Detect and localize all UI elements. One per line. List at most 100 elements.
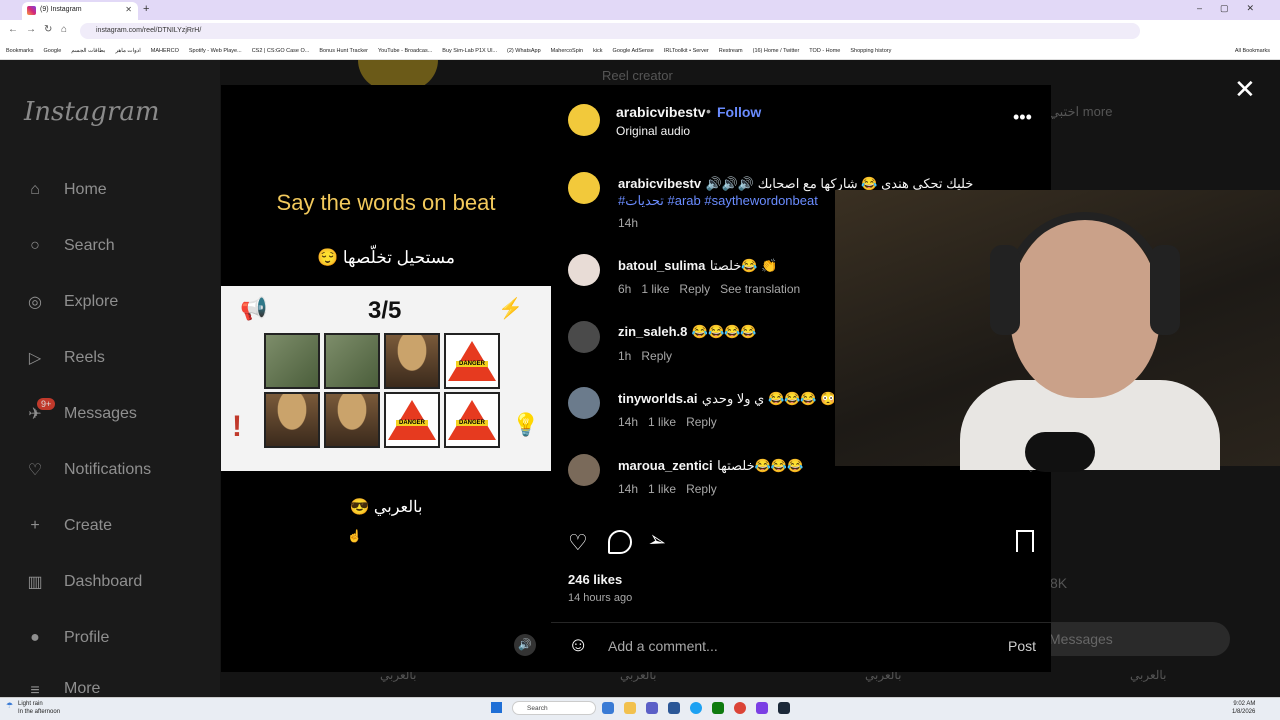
new-tab-icon[interactable]: +: [143, 3, 149, 15]
mute-toggle-icon[interactable]: 🔊: [514, 634, 536, 656]
home-browser-icon[interactable]: ⌂: [61, 24, 67, 35]
comment-username[interactable]: zin_saleh.8: [618, 324, 687, 339]
all-bookmarks[interactable]: All Bookmarks: [1235, 48, 1270, 54]
forward-icon[interactable]: →: [26, 24, 36, 35]
comment-avatar[interactable]: [568, 387, 600, 419]
sidebar-item-explore[interactable]: ◎ Explore: [24, 288, 118, 316]
close-tab-icon[interactable]: ✕: [125, 5, 132, 14]
taskbar-app-icon[interactable]: [712, 702, 724, 714]
comment-likes[interactable]: 1 like: [641, 282, 669, 296]
bookmark-item[interactable]: kick: [593, 48, 612, 54]
plus-icon: +: [30, 517, 40, 534]
comment-meta: 6h 1 like Reply See translation: [618, 282, 800, 296]
background-reel-strip: بالعربي بالعربي بالعربي بالعربي: [290, 668, 1240, 697]
comment-item: maroua_zentici خلصتها😂😂😂: [618, 457, 803, 475]
add-comment-input[interactable]: Add a comment...: [608, 638, 718, 654]
taskbar-search[interactable]: Search: [512, 701, 596, 715]
bookmark-item[interactable]: Google AdSense: [613, 48, 664, 54]
window-controls[interactable]: –▢✕: [1197, 3, 1272, 14]
bookmark-item[interactable]: Google: [44, 48, 72, 54]
taskbar-app-icon[interactable]: [646, 702, 658, 714]
bookmark-item[interactable]: TOD - Home: [809, 48, 850, 54]
bookmark-item[interactable]: YouTube - Broadcas...: [378, 48, 442, 54]
taskbar-app-icon[interactable]: [668, 702, 680, 714]
home-icon: ⌂: [30, 181, 40, 198]
sidebar-item-dashboard[interactable]: ▥ Dashboard: [24, 568, 142, 596]
reply-button[interactable]: Reply: [686, 482, 717, 496]
comment-username[interactable]: batoul_sulima: [618, 258, 705, 273]
reply-button[interactable]: Reply: [686, 415, 717, 429]
mushroom-image-icon: [384, 333, 440, 389]
weather-widget[interactable]: Light rain In the afternoon: [18, 700, 60, 716]
original-audio-link[interactable]: Original audio: [616, 124, 690, 138]
sidebar-item-more[interactable]: ≡ More: [24, 680, 100, 697]
comment-likes[interactable]: 1 like: [648, 482, 676, 496]
bookmark-item[interactable]: MahercoSpin: [551, 48, 593, 54]
post-username[interactable]: arabicvibestv: [616, 104, 706, 120]
bookmark-item[interactable]: Bookmarks: [6, 48, 44, 54]
caption-avatar[interactable]: [568, 172, 600, 204]
bookmark-item[interactable]: CS2 | CS:GO Case O...: [252, 48, 320, 54]
url-field[interactable]: instagram.com/reel/DTNILYzjRrH/: [80, 23, 1140, 39]
comment-avatar[interactable]: [568, 321, 600, 353]
system-clock[interactable]: 9:02 AM 1/8/2026: [1232, 700, 1255, 716]
edge-icon[interactable]: [690, 702, 702, 714]
comment-avatar[interactable]: [568, 454, 600, 486]
weather-icon: ☂: [6, 701, 14, 710]
bookmark-item[interactable]: Spotify - Web Playe...: [189, 48, 252, 54]
bookmark-item[interactable]: IRLToolkit • Server: [664, 48, 719, 54]
bookmark-item[interactable]: Buy Sim-Lab P1X Ul...: [442, 48, 507, 54]
lightbulb-icon: 💡: [512, 412, 540, 437]
reply-button[interactable]: Reply: [641, 349, 672, 363]
sidebar-item-notifications[interactable]: ♡ Notifications: [24, 456, 151, 484]
sidebar-item-profile[interactable]: ● Profile: [24, 624, 109, 652]
windows-start-icon[interactable]: [491, 702, 502, 713]
reload-icon[interactable]: ↻: [44, 24, 52, 35]
file-explorer-icon[interactable]: [624, 702, 636, 714]
caption-hashtags[interactable]: #تحديات #arab #saythewordonbeat: [618, 193, 818, 209]
save-bookmark-icon[interactable]: [1016, 530, 1034, 552]
likes-count[interactable]: 246 likes: [568, 572, 622, 587]
bookmark-item[interactable]: MAHERCO: [151, 48, 189, 54]
taskbar-app-icon[interactable]: [756, 702, 768, 714]
sidebar-item-create[interactable]: + Create: [24, 512, 112, 540]
sidebar-item-search[interactable]: ○ Search: [24, 232, 115, 260]
bookmark-item[interactable]: (2) WhatsApp: [507, 48, 551, 54]
reel-score: 3/5: [368, 297, 402, 324]
steam-icon[interactable]: [778, 702, 790, 714]
back-icon[interactable]: ←: [8, 24, 18, 35]
compass-icon: ◎: [28, 294, 42, 311]
bookmark-item[interactable]: (16) Home / Twitter: [753, 48, 810, 54]
follow-button[interactable]: Follow: [717, 104, 761, 120]
emoji-icon[interactable]: ☺: [568, 634, 588, 657]
reply-button[interactable]: Reply: [679, 282, 710, 296]
taskbar-app-icon[interactable]: [602, 702, 614, 714]
like-heart-icon[interactable]: ♡: [568, 530, 588, 556]
see-translation-button[interactable]: See translation: [720, 282, 800, 296]
bookmark-item[interactable]: ادوات ماهر: [115, 48, 150, 54]
caption-username[interactable]: arabicvibestv: [618, 176, 701, 191]
bookmark-item[interactable]: Restream: [719, 48, 753, 54]
comment-meta: 1h Reply: [618, 349, 672, 363]
browser-tab-instagram[interactable]: (9) Instagram ✕: [22, 2, 138, 20]
comment-bubble-icon[interactable]: [608, 530, 632, 554]
instagram-favicon-icon: [27, 6, 36, 15]
sidebar-item-home[interactable]: ⌂ Home: [24, 176, 107, 204]
comment-username[interactable]: tinyworlds.ai: [618, 391, 697, 406]
heart-icon: ♡: [27, 462, 43, 479]
instagram-logo[interactable]: Instagram: [24, 97, 160, 127]
bookmark-item[interactable]: بطاقات الجسم: [71, 48, 115, 54]
chrome-icon[interactable]: [734, 702, 746, 714]
comment-likes[interactable]: 1 like: [648, 415, 676, 429]
comment-avatar[interactable]: [568, 254, 600, 286]
sidebar-item-reels[interactable]: ▷ Reels: [24, 344, 105, 372]
more-options-icon[interactable]: •••: [1013, 107, 1032, 128]
close-icon[interactable]: ✕: [1234, 76, 1256, 102]
post-author-avatar[interactable]: [568, 104, 600, 136]
comment-username[interactable]: maroua_zentici: [618, 458, 713, 473]
bookmark-item[interactable]: Bonus Hunt Tracker: [319, 48, 378, 54]
lightning-icon: ⚡: [498, 298, 523, 320]
post-comment-button[interactable]: Post: [1008, 638, 1036, 654]
background-strip-text: بالعربي: [1130, 668, 1167, 682]
bookmark-item[interactable]: Shopping history: [850, 48, 901, 54]
